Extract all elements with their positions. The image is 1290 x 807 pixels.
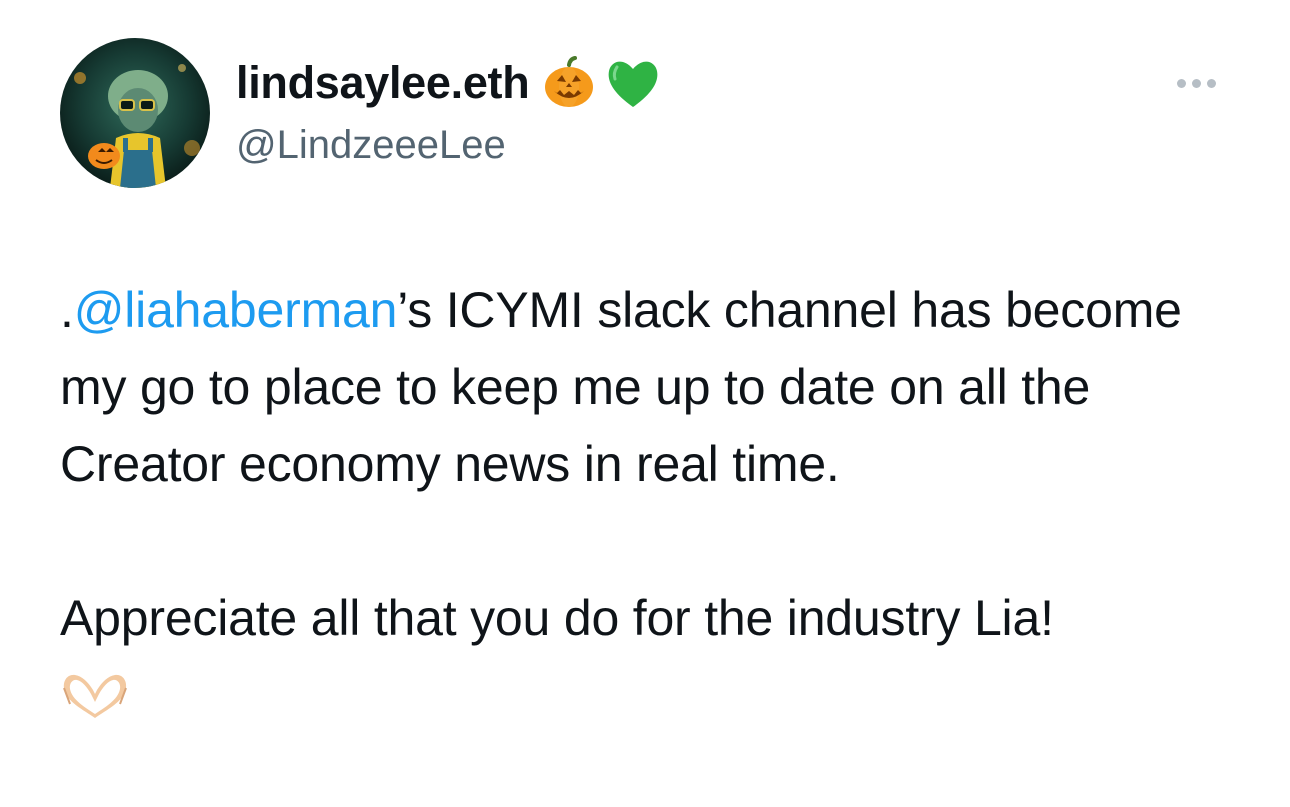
tweet-card: lindsaylee.eth @LindzeeeLee .@liahaberma… [0, 0, 1290, 807]
tweet-paragraph-2: Appreciate all that you do for the indus… [60, 590, 1054, 646]
handle[interactable]: @LindzeeeLee [236, 120, 663, 170]
mention-prefix: . [60, 282, 74, 338]
green-heart-icon [603, 53, 663, 113]
avatar[interactable] [60, 38, 210, 188]
more-dot [1206, 78, 1216, 88]
heart-hands-icon [60, 667, 130, 719]
tweet-paragraph-1: .@liahaberman’s ICYMI slack channel has … [60, 272, 1250, 503]
more-options-icon[interactable] [1166, 68, 1226, 98]
author-block: lindsaylee.eth @LindzeeeLee [236, 52, 663, 170]
name-row: lindsaylee.eth [236, 52, 663, 114]
display-name[interactable]: lindsaylee.eth [236, 52, 530, 114]
tweet-text: .@liahaberman’s ICYMI slack channel has … [60, 272, 1250, 719]
more-dot [1176, 78, 1186, 88]
more-dot [1191, 78, 1201, 88]
mention-link[interactable]: @liahaberman [74, 282, 398, 338]
avatar-image [60, 38, 210, 188]
jack-o-lantern-icon [539, 53, 599, 113]
